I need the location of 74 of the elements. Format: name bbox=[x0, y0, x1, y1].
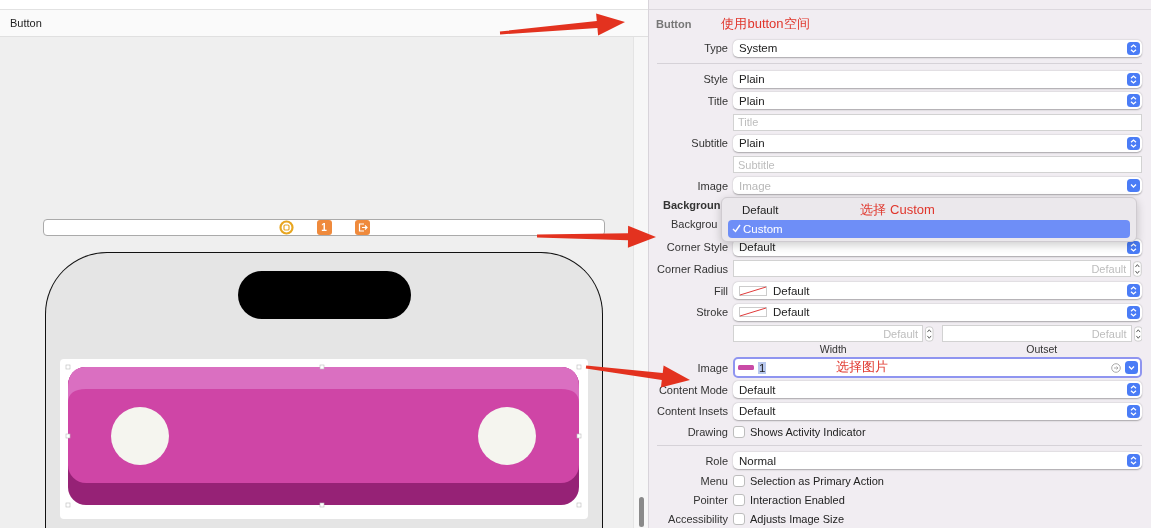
stepper-arrows-icon bbox=[1127, 240, 1140, 254]
stepper-arrows-icon bbox=[1127, 454, 1140, 468]
annotation-note: 选择图片 bbox=[836, 359, 888, 376]
checkbox-label: Shows Activity Indicator bbox=[750, 425, 866, 438]
field-label: Fill bbox=[712, 284, 728, 297]
field-label: Subtitle bbox=[690, 137, 728, 150]
text-field[interactable]: Subtitle bbox=[733, 156, 1142, 174]
stepper-arrows-icon bbox=[1127, 136, 1140, 150]
field-label: Drawing bbox=[686, 425, 728, 438]
field-label: Accessibility bbox=[667, 512, 728, 525]
checkbox[interactable] bbox=[733, 475, 745, 488]
field-label: Type bbox=[703, 42, 728, 55]
popup-button[interactable]: Plain bbox=[733, 92, 1142, 110]
popup-button[interactable]: Default bbox=[733, 381, 1142, 399]
popup-button[interactable]: Plain bbox=[733, 70, 1142, 88]
stepper-arrows-icon bbox=[1127, 72, 1140, 86]
stepper-arrows-icon bbox=[1127, 94, 1140, 108]
no-color-swatch-icon bbox=[739, 307, 767, 318]
field-label: Stroke bbox=[695, 306, 728, 319]
field-label: Style bbox=[702, 73, 728, 86]
arrow-circle-icon[interactable] bbox=[1111, 362, 1121, 373]
section-title: Button bbox=[656, 17, 692, 30]
stepper-icon[interactable] bbox=[1133, 260, 1142, 277]
color-popup-button[interactable]: Default bbox=[733, 282, 1142, 300]
checkbox[interactable] bbox=[733, 425, 745, 438]
field-label: Menu bbox=[699, 475, 728, 488]
stepper-arrows-icon bbox=[1127, 284, 1140, 298]
field-caption: Outset bbox=[1026, 343, 1058, 356]
chevron-down-icon bbox=[1125, 361, 1138, 375]
popup-button[interactable]: Plain bbox=[733, 134, 1142, 152]
field-label: Image bbox=[696, 361, 728, 374]
checkmark-icon bbox=[732, 224, 741, 234]
chevron-down-icon bbox=[1127, 179, 1140, 193]
menu-item[interactable]: Default 选择 Custom bbox=[728, 201, 1130, 220]
stepper-arrows-icon bbox=[1127, 383, 1140, 397]
field-caption: Width bbox=[819, 343, 847, 356]
section-heading: Backgroun bbox=[662, 198, 721, 211]
checkbox-label: Selection as Primary Action bbox=[750, 475, 884, 488]
field-label: Pointer bbox=[692, 493, 728, 506]
annotation-note: 使用button空间 bbox=[721, 14, 810, 33]
image-field[interactable]: 1 选择图片 bbox=[733, 357, 1142, 379]
number-field[interactable]: Default bbox=[733, 325, 923, 343]
checkbox[interactable] bbox=[733, 512, 745, 525]
field-label: Corner Style bbox=[665, 241, 728, 254]
number-field[interactable]: Default bbox=[941, 325, 1132, 343]
stepper-icon[interactable] bbox=[925, 325, 934, 342]
popup-button[interactable]: Normal bbox=[733, 452, 1142, 470]
annotation-note: 选择 Custom bbox=[860, 201, 935, 220]
field-label: Content Mode bbox=[657, 383, 728, 396]
scrollbar-thumb[interactable] bbox=[638, 497, 644, 527]
field-label: Title bbox=[706, 94, 728, 107]
checkbox[interactable] bbox=[733, 493, 745, 506]
image-name: 1 bbox=[758, 361, 767, 374]
stepper-arrows-icon bbox=[1127, 41, 1140, 55]
stepper-arrows-icon bbox=[1127, 305, 1140, 319]
field-label: Backgrou bbox=[670, 218, 718, 231]
field-label: Image bbox=[696, 179, 728, 192]
number-field[interactable]: Default bbox=[733, 260, 1132, 278]
stepper-arrows-icon bbox=[1127, 404, 1140, 418]
field-label: Role bbox=[704, 454, 728, 467]
image-thumbnail-icon bbox=[738, 365, 754, 371]
view-controller-icon[interactable] bbox=[278, 220, 294, 235]
field-label: Corner Radius bbox=[656, 262, 728, 275]
color-popup-button[interactable]: Default bbox=[733, 303, 1142, 321]
popup-button[interactable]: System bbox=[733, 39, 1142, 57]
text-field[interactable]: Title bbox=[733, 113, 1142, 131]
no-color-swatch-icon bbox=[739, 285, 767, 296]
breadcrumb-item[interactable]: Button bbox=[10, 17, 42, 29]
popup-button[interactable]: Default bbox=[733, 402, 1142, 420]
field-label: Content Insets bbox=[656, 405, 728, 418]
exit-icon[interactable] bbox=[354, 220, 370, 235]
checkbox-label: Interaction Enabled bbox=[750, 493, 845, 506]
stepper-icon[interactable] bbox=[1133, 325, 1142, 342]
checkbox-label: Adjusts Image Size bbox=[750, 512, 845, 525]
